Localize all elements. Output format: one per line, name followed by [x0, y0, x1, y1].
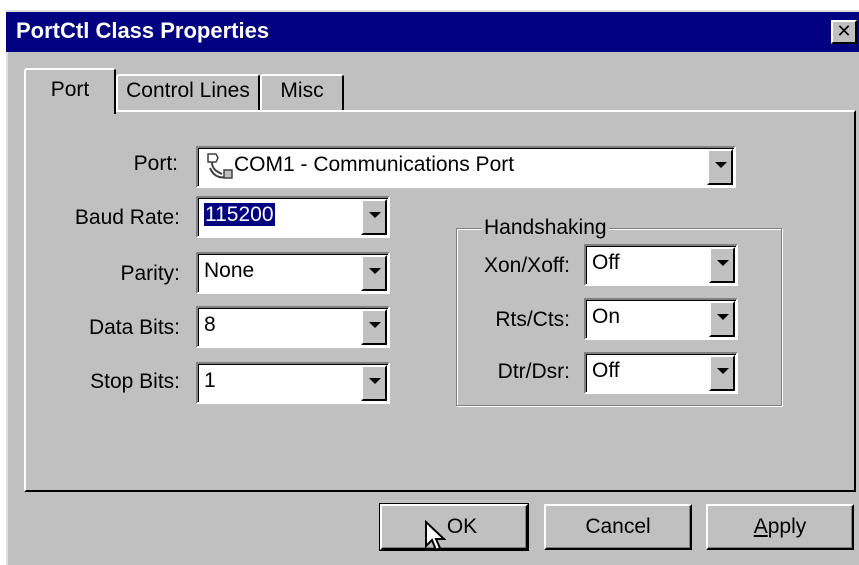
cancel-label: Cancel: [585, 515, 651, 538]
baud-rate-label: Baud Rate:: [74, 206, 180, 229]
parity-select[interactable]: None: [196, 252, 390, 294]
xon-xoff-label: Xon/Xoff:: [483, 254, 570, 277]
apply-label: Apply: [754, 515, 807, 538]
port-connector-icon: [207, 153, 233, 179]
data-bits-select[interactable]: 8: [196, 306, 390, 348]
ok-button[interactable]: OK: [379, 503, 529, 551]
port-value: COM1 - Communications Port: [234, 153, 515, 176]
rts-cts-value: On: [592, 305, 621, 328]
xon-xoff-value: Off: [592, 251, 620, 274]
chevron-down-icon[interactable]: [361, 199, 387, 235]
chevron-down-icon[interactable]: [707, 149, 733, 185]
close-button[interactable]: ✕: [831, 20, 857, 44]
rts-cts-select[interactable]: On: [584, 298, 738, 340]
mouse-cursor-icon: [425, 520, 446, 552]
baud-rate-select[interactable]: 115200: [196, 196, 390, 238]
baud-rate-value: 115200: [203, 202, 276, 227]
window-title: PortCtl Class Properties: [16, 18, 270, 43]
apply-label-rest: pply: [767, 515, 807, 538]
stop-bits-value: 1: [204, 369, 216, 392]
xon-xoff-select[interactable]: Off: [584, 244, 738, 286]
close-icon: ✕: [836, 21, 852, 42]
tab-label: Misc: [280, 79, 324, 102]
apply-mnemonic: A: [753, 515, 768, 538]
dtr-dsr-label: Dtr/Dsr:: [497, 360, 570, 383]
tab-label: Control Lines: [126, 79, 250, 102]
stop-bits-select[interactable]: 1: [196, 362, 390, 404]
rts-cts-label: Rts/Cts:: [495, 308, 570, 331]
dtr-dsr-select[interactable]: Off: [584, 352, 738, 394]
dtr-dsr-value: Off: [592, 359, 620, 382]
parity-label: Parity:: [120, 262, 180, 285]
chevron-down-icon[interactable]: [709, 355, 735, 391]
tab-label: Port: [50, 78, 90, 101]
stop-bits-label: Stop Bits:: [90, 370, 180, 393]
data-bits-value: 8: [204, 313, 216, 336]
title-bar[interactable]: PortCtl Class Properties ✕: [6, 12, 859, 52]
tab-port[interactable]: Port: [24, 68, 116, 114]
tab-control-lines[interactable]: Control Lines: [116, 74, 260, 110]
parity-value: None: [204, 259, 255, 282]
chevron-down-icon[interactable]: [361, 365, 387, 401]
port-select[interactable]: COM1 - Communications Port: [196, 146, 736, 188]
ok-label: OK: [446, 515, 478, 538]
chevron-down-icon[interactable]: [709, 301, 735, 337]
cancel-button[interactable]: Cancel: [544, 504, 692, 550]
data-bits-label: Data Bits:: [88, 316, 180, 339]
apply-button[interactable]: Apply: [706, 504, 854, 550]
tab-misc[interactable]: Misc: [260, 74, 344, 110]
chevron-down-icon[interactable]: [361, 255, 387, 291]
chevron-down-icon[interactable]: [709, 247, 735, 283]
chevron-down-icon[interactable]: [361, 309, 387, 345]
port-label: Port:: [133, 152, 178, 175]
handshaking-title: Handshaking: [482, 216, 609, 240]
